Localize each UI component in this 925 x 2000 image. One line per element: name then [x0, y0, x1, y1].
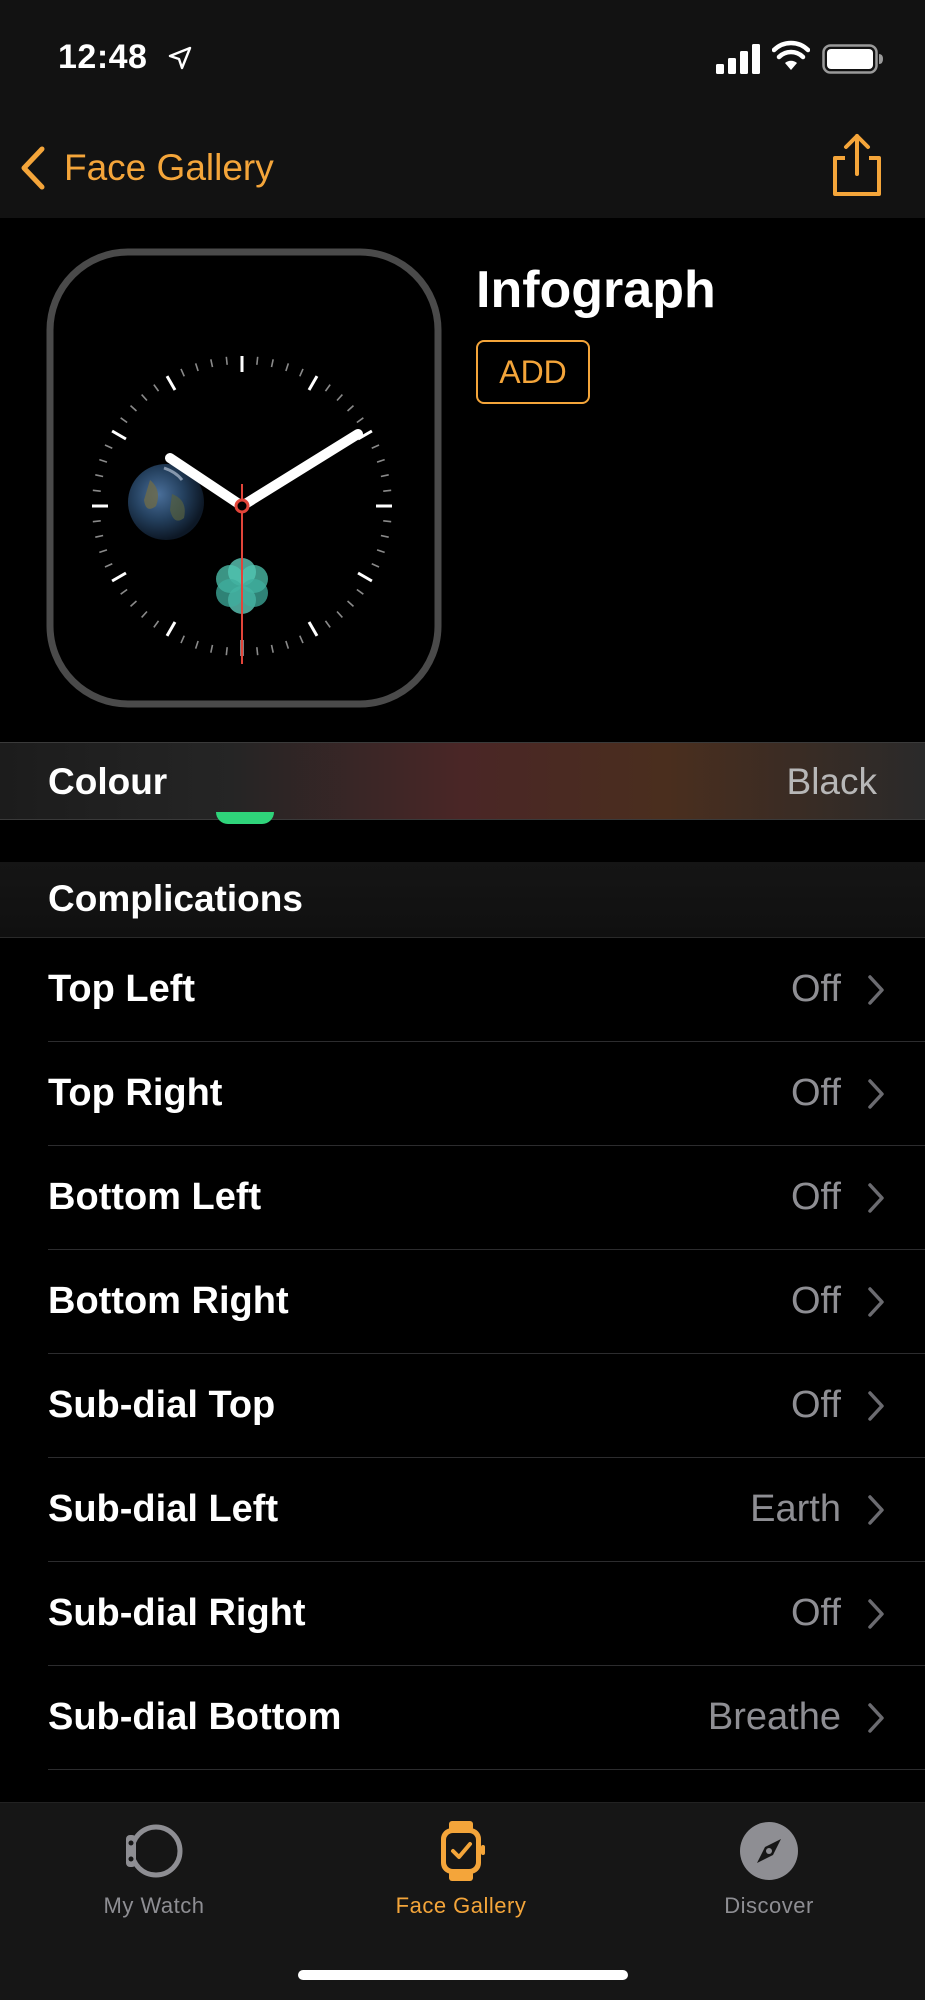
- colour-label: Colour: [48, 761, 168, 802]
- complication-value: Off: [791, 1384, 841, 1426]
- complication-label: Sub-dial Bottom: [48, 1696, 342, 1738]
- minute-tick: [256, 647, 259, 656]
- watch-face-preview[interactable]: [46, 248, 442, 708]
- back-button[interactable]: Face Gallery: [18, 140, 274, 196]
- complication-row-subdial-top[interactable]: Sub-dial Top Off: [0, 1354, 925, 1458]
- minute-tick: [256, 356, 259, 365]
- complication-label: Bottom Right: [48, 1280, 289, 1322]
- complication-value: Off: [791, 1072, 841, 1114]
- complication-label: Sub-dial Left: [48, 1488, 279, 1530]
- complication-label: Sub-dial Top: [48, 1384, 276, 1426]
- chevron-right-icon: [868, 1183, 884, 1213]
- chevron-right-icon: [868, 1287, 884, 1317]
- tab-face-gallery[interactable]: Face Gallery: [351, 1819, 571, 1929]
- chevron-right-icon: [868, 1079, 884, 1109]
- add-button[interactable]: ADD: [476, 340, 590, 404]
- complications-list: Top Left Off Top Right Off Bottom Left O…: [0, 938, 925, 1770]
- location-arrow-icon: [168, 46, 192, 70]
- minute-tick: [225, 356, 228, 365]
- complication-label: Top Right: [48, 1072, 223, 1114]
- minute-tick: [92, 489, 101, 492]
- complication-value: Off: [791, 1280, 841, 1322]
- complication-row-subdial-left[interactable]: Sub-dial Left Earth: [0, 1458, 925, 1562]
- chevron-right-icon: [868, 1703, 884, 1733]
- complication-value: Off: [791, 1176, 841, 1218]
- watch-face-icon: [441, 1821, 485, 1881]
- complication-value: Earth: [750, 1488, 841, 1530]
- tab-discover[interactable]: Discover: [659, 1819, 879, 1929]
- complication-row-subdial-bottom[interactable]: Sub-dial Bottom Breathe: [0, 1666, 925, 1770]
- status-time: 12:48: [58, 38, 148, 76]
- complication-label: Top Left: [48, 968, 196, 1010]
- colour-row[interactable]: Colour Black: [0, 742, 925, 820]
- complication-value: Off: [791, 1592, 841, 1634]
- complications-header: Complications: [0, 862, 925, 938]
- colour-value: Black: [786, 761, 877, 802]
- chevron-right-icon: [868, 1391, 884, 1421]
- tab-label: Discover: [724, 1893, 814, 1918]
- chevron-right-icon: [868, 1495, 884, 1525]
- complication-value: Off: [791, 968, 841, 1010]
- face-title: Infograph: [476, 261, 716, 319]
- status-bar: 12:48: [0, 0, 925, 118]
- complication-row-bottom-right[interactable]: Bottom Right Off: [0, 1250, 925, 1354]
- complication-label: Bottom Left: [48, 1176, 262, 1218]
- complication-row-top-right[interactable]: Top Right Off: [0, 1042, 925, 1146]
- complication-row-subdial-right[interactable]: Sub-dial Right Off: [0, 1562, 925, 1666]
- chevron-right-icon: [868, 975, 884, 1005]
- share-icon[interactable]: [827, 132, 887, 198]
- minute-tick: [383, 520, 392, 523]
- complication-row-bottom-left[interactable]: Bottom Left Off: [0, 1146, 925, 1250]
- complication-row-top-left[interactable]: Top Left Off: [0, 938, 925, 1042]
- cellular-signal-icon: [716, 44, 760, 74]
- chevron-right-icon: [868, 1599, 884, 1629]
- minute-tick: [383, 489, 392, 492]
- navigation-bar: Face Gallery: [0, 118, 925, 218]
- chevron-left-icon: [21, 146, 45, 190]
- compass-icon: [740, 1822, 798, 1880]
- home-indicator[interactable]: [298, 1970, 628, 1980]
- battery-icon: [822, 44, 883, 74]
- section-title: Complications: [48, 878, 303, 919]
- watch-outline-icon: [126, 1824, 183, 1878]
- complication-value: Breathe: [707, 1696, 841, 1738]
- wifi-icon: [772, 40, 810, 70]
- tab-my-watch[interactable]: My Watch: [44, 1819, 264, 1929]
- back-label: Face Gallery: [64, 147, 274, 188]
- minute-tick: [225, 647, 228, 656]
- tab-label: Face Gallery: [395, 1893, 527, 1918]
- minute-tick: [92, 520, 101, 523]
- colour-swatch[interactable]: [216, 812, 274, 824]
- face-hero: Infograph ADD: [0, 218, 925, 742]
- tab-label: My Watch: [103, 1893, 205, 1918]
- complication-label: Sub-dial Right: [48, 1592, 306, 1634]
